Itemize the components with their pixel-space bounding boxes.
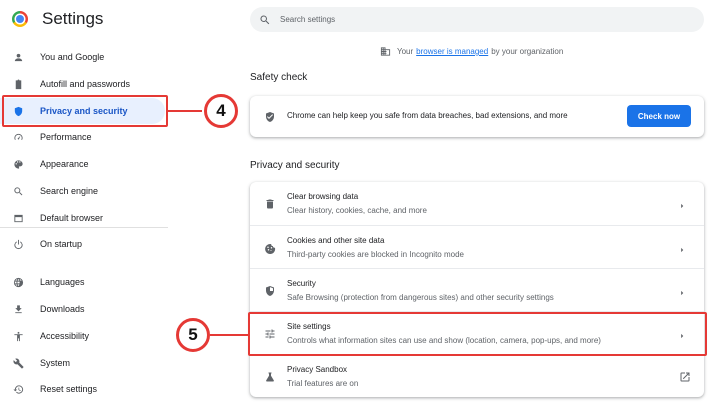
sidebar-item-performance[interactable]: Performance xyxy=(0,124,165,150)
privacy-card: Clear browsing data Clear history, cooki… xyxy=(250,182,704,397)
wrench-icon xyxy=(12,357,24,369)
speedometer-icon xyxy=(12,131,24,143)
annotation-connector xyxy=(168,110,202,112)
sidebar-item-label: Accessibility xyxy=(40,331,90,341)
page-title: Settings xyxy=(42,9,104,28)
row-title: Cookies and other site data xyxy=(287,236,385,245)
sidebar-item-label: Appearance xyxy=(40,159,89,169)
open-external-icon[interactable] xyxy=(679,370,691,382)
globe-icon xyxy=(12,276,24,288)
managed-suffix: by your organization xyxy=(491,47,564,56)
row-subtitle: Clear history, cookies, cache, and more xyxy=(287,206,427,215)
search-placeholder: Search settings xyxy=(280,15,336,24)
safety-check-heading: Safety check xyxy=(250,72,308,83)
managed-prefix: Your xyxy=(397,47,414,56)
browser-icon xyxy=(12,212,24,224)
row-title: Security xyxy=(287,279,316,288)
sidebar-item-label: On startup xyxy=(40,239,83,249)
chevron-right-icon xyxy=(677,285,687,296)
annotation-highlight-privacy xyxy=(2,95,168,127)
clipboard-icon xyxy=(12,78,24,90)
sidebar-item-appearance[interactable]: Appearance xyxy=(0,151,165,177)
annotation-connector xyxy=(210,334,248,336)
sidebar-item-search-engine[interactable]: Search engine xyxy=(0,178,165,204)
row-security[interactable]: Security Safe Browsing (protection from … xyxy=(250,268,704,311)
chrome-logo-icon xyxy=(12,11,28,27)
sidebar-item-languages[interactable]: Languages xyxy=(0,269,165,295)
managed-link[interactable]: browser is managed xyxy=(416,47,488,56)
reset-icon xyxy=(12,383,24,395)
row-subtitle: Trial features are on xyxy=(287,379,359,388)
accessibility-icon xyxy=(12,330,24,342)
chevron-right-icon xyxy=(677,242,687,253)
shield-icon xyxy=(264,284,276,296)
person-icon xyxy=(12,51,24,63)
chevron-right-icon xyxy=(677,198,687,209)
annotation-highlight-site-settings xyxy=(248,312,707,356)
sidebar-item-accessibility[interactable]: Accessibility xyxy=(0,323,165,349)
flask-icon xyxy=(264,370,276,382)
search-icon xyxy=(260,15,270,24)
sidebar-item-label: System xyxy=(40,358,71,368)
power-icon xyxy=(12,238,24,250)
sidebar-item-downloads[interactable]: Downloads xyxy=(0,296,165,322)
sidebar-item-autofill[interactable]: Autofill and passwords xyxy=(0,71,165,97)
row-subtitle: Safe Browsing (protection from dangerous… xyxy=(287,293,554,302)
row-cookies[interactable]: Cookies and other site data Third-party … xyxy=(250,225,704,268)
row-title: Clear browsing data xyxy=(287,192,359,201)
check-now-button[interactable]: Check now xyxy=(627,105,691,127)
sidebar-item-label: Autofill and passwords xyxy=(40,79,131,89)
palette-icon xyxy=(12,158,24,170)
sidebar-item-on-startup[interactable]: On startup xyxy=(0,231,165,257)
sidebar-item-label: Downloads xyxy=(40,304,85,314)
row-title: Privacy Sandbox xyxy=(287,365,348,374)
search-input[interactable]: Search settings xyxy=(250,7,704,32)
sidebar-item-label: Performance xyxy=(40,132,92,142)
safety-check-text: Chrome can help keep you safe from data … xyxy=(287,111,568,120)
managed-notice: Your browser is managed by your organiza… xyxy=(380,46,563,57)
row-privacy-sandbox[interactable]: Privacy Sandbox Trial features are on xyxy=(250,354,704,397)
annotation-step-4: 4 xyxy=(204,94,238,128)
row-clear-browsing-data[interactable]: Clear browsing data Clear history, cooki… xyxy=(250,182,704,225)
sidebar-divider xyxy=(0,227,168,228)
sidebar-item-you-and-google[interactable]: You and Google xyxy=(0,44,165,70)
download-icon xyxy=(12,303,24,315)
sidebar-item-label: Reset settings xyxy=(40,384,98,394)
shield-check-icon xyxy=(264,110,276,122)
sidebar-item-reset-settings[interactable]: Reset settings xyxy=(0,376,165,402)
row-subtitle: Third-party cookies are blocked in Incog… xyxy=(287,250,464,259)
sidebar-item-system[interactable]: System xyxy=(0,350,165,376)
building-icon xyxy=(380,47,391,56)
annotation-step-5: 5 xyxy=(176,318,210,352)
safety-check-card: Chrome can help keep you safe from data … xyxy=(250,96,704,137)
privacy-section-heading: Privacy and security xyxy=(250,160,340,171)
cookie-icon xyxy=(264,241,276,255)
sidebar-item-label: Languages xyxy=(40,277,85,287)
sidebar-item-label: You and Google xyxy=(40,52,105,62)
sidebar-item-label: Search engine xyxy=(40,186,99,196)
trash-icon xyxy=(264,197,276,209)
sidebar-item-label: Default browser xyxy=(40,213,104,223)
search-icon xyxy=(12,185,24,197)
